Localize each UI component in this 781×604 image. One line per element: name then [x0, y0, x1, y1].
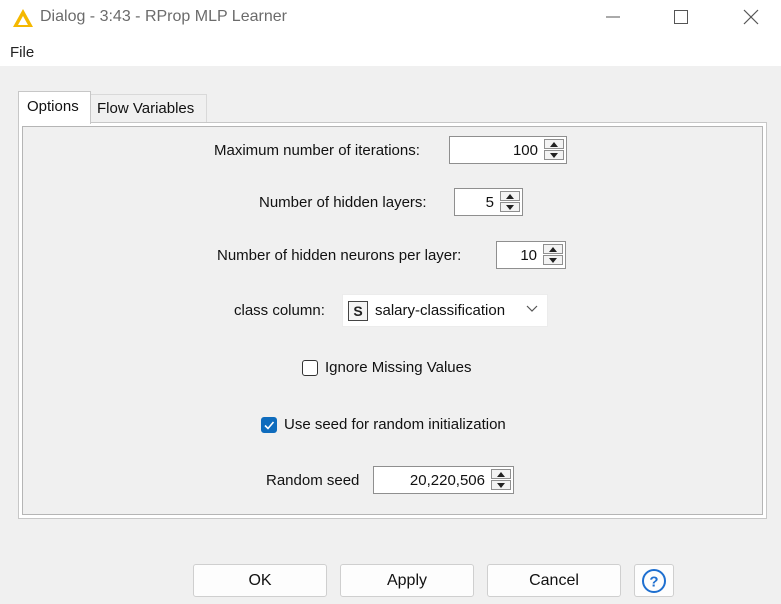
menu-file[interactable]: File	[10, 44, 34, 61]
ignore-missing-checkbox[interactable]	[302, 360, 318, 376]
window-title: Dialog - 3:43 - RProp MLP Learner	[40, 8, 287, 25]
random-seed-spinner[interactable]: 20,220,506	[373, 466, 514, 494]
hidden-neurons-decrement[interactable]	[543, 255, 563, 265]
tab-flow-variables[interactable]: Flow Variables	[90, 94, 207, 123]
tab-flow-variables-label: Flow Variables	[97, 100, 195, 117]
tab-options-label: Options	[27, 98, 79, 115]
random-seed-value: 20,220,506	[409, 472, 485, 489]
ok-button[interactable]: OK	[193, 564, 327, 597]
ignore-missing-label: Ignore Missing Values	[325, 359, 472, 376]
max-iterations-increment[interactable]	[544, 139, 564, 149]
help-button[interactable]: ?	[634, 564, 674, 597]
hidden-neurons-spinner[interactable]: 10	[496, 241, 566, 269]
class-column-value: salary-classification	[375, 302, 506, 319]
class-column-label: class column:	[234, 302, 325, 319]
minimize-icon	[606, 16, 620, 18]
spin-down-icon	[497, 483, 505, 488]
use-seed-label: Use seed for random initialization	[284, 416, 506, 433]
maximize-icon	[674, 10, 688, 24]
title-bar: Dialog - 3:43 - RProp MLP Learner	[0, 0, 781, 36]
knime-warning-triangle-icon	[13, 9, 33, 27]
class-column-select[interactable]: S salary-classification	[342, 294, 548, 327]
spin-up-icon	[550, 142, 558, 147]
max-iterations-spinner[interactable]: 100	[449, 136, 567, 164]
hidden-layers-label: Number of hidden layers:	[259, 194, 427, 211]
hidden-layers-spinner[interactable]: 5	[454, 188, 523, 216]
close-icon	[743, 9, 759, 25]
use-seed-checkbox[interactable]	[261, 417, 277, 433]
spin-down-icon	[550, 153, 558, 158]
maximize-button[interactable]	[658, 0, 704, 34]
hidden-neurons-value: 10	[520, 247, 537, 264]
chevron-down-icon	[526, 305, 538, 312]
hidden-layers-value: 5	[485, 194, 494, 211]
spin-up-icon	[497, 472, 505, 477]
cancel-button[interactable]: Cancel	[487, 564, 621, 597]
random-seed-label: Random seed	[266, 472, 360, 489]
close-button[interactable]	[728, 0, 774, 34]
hidden-neurons-increment[interactable]	[543, 244, 563, 254]
spin-up-icon	[549, 247, 557, 252]
random-seed-increment[interactable]	[491, 469, 511, 479]
checkmark-icon	[264, 421, 275, 430]
minimize-button[interactable]	[590, 0, 636, 34]
hidden-layers-increment[interactable]	[500, 191, 520, 201]
hidden-layers-decrement[interactable]	[500, 202, 520, 212]
max-iterations-value: 100	[512, 142, 538, 159]
max-iterations-decrement[interactable]	[544, 150, 564, 160]
menu-bar: File	[0, 36, 781, 66]
string-type-icon: S	[348, 301, 368, 321]
max-iterations-label: Maximum number of iterations:	[214, 142, 420, 159]
spin-down-icon	[549, 258, 557, 263]
help-glyph: ?	[649, 574, 658, 591]
hidden-neurons-label: Number of hidden neurons per layer:	[217, 247, 462, 264]
random-seed-decrement[interactable]	[491, 480, 511, 490]
apply-button[interactable]: Apply	[340, 564, 474, 597]
help-icon: ?	[642, 569, 666, 593]
spin-up-icon	[506, 194, 514, 199]
spin-down-icon	[506, 205, 514, 210]
tab-options[interactable]: Options	[18, 91, 91, 124]
